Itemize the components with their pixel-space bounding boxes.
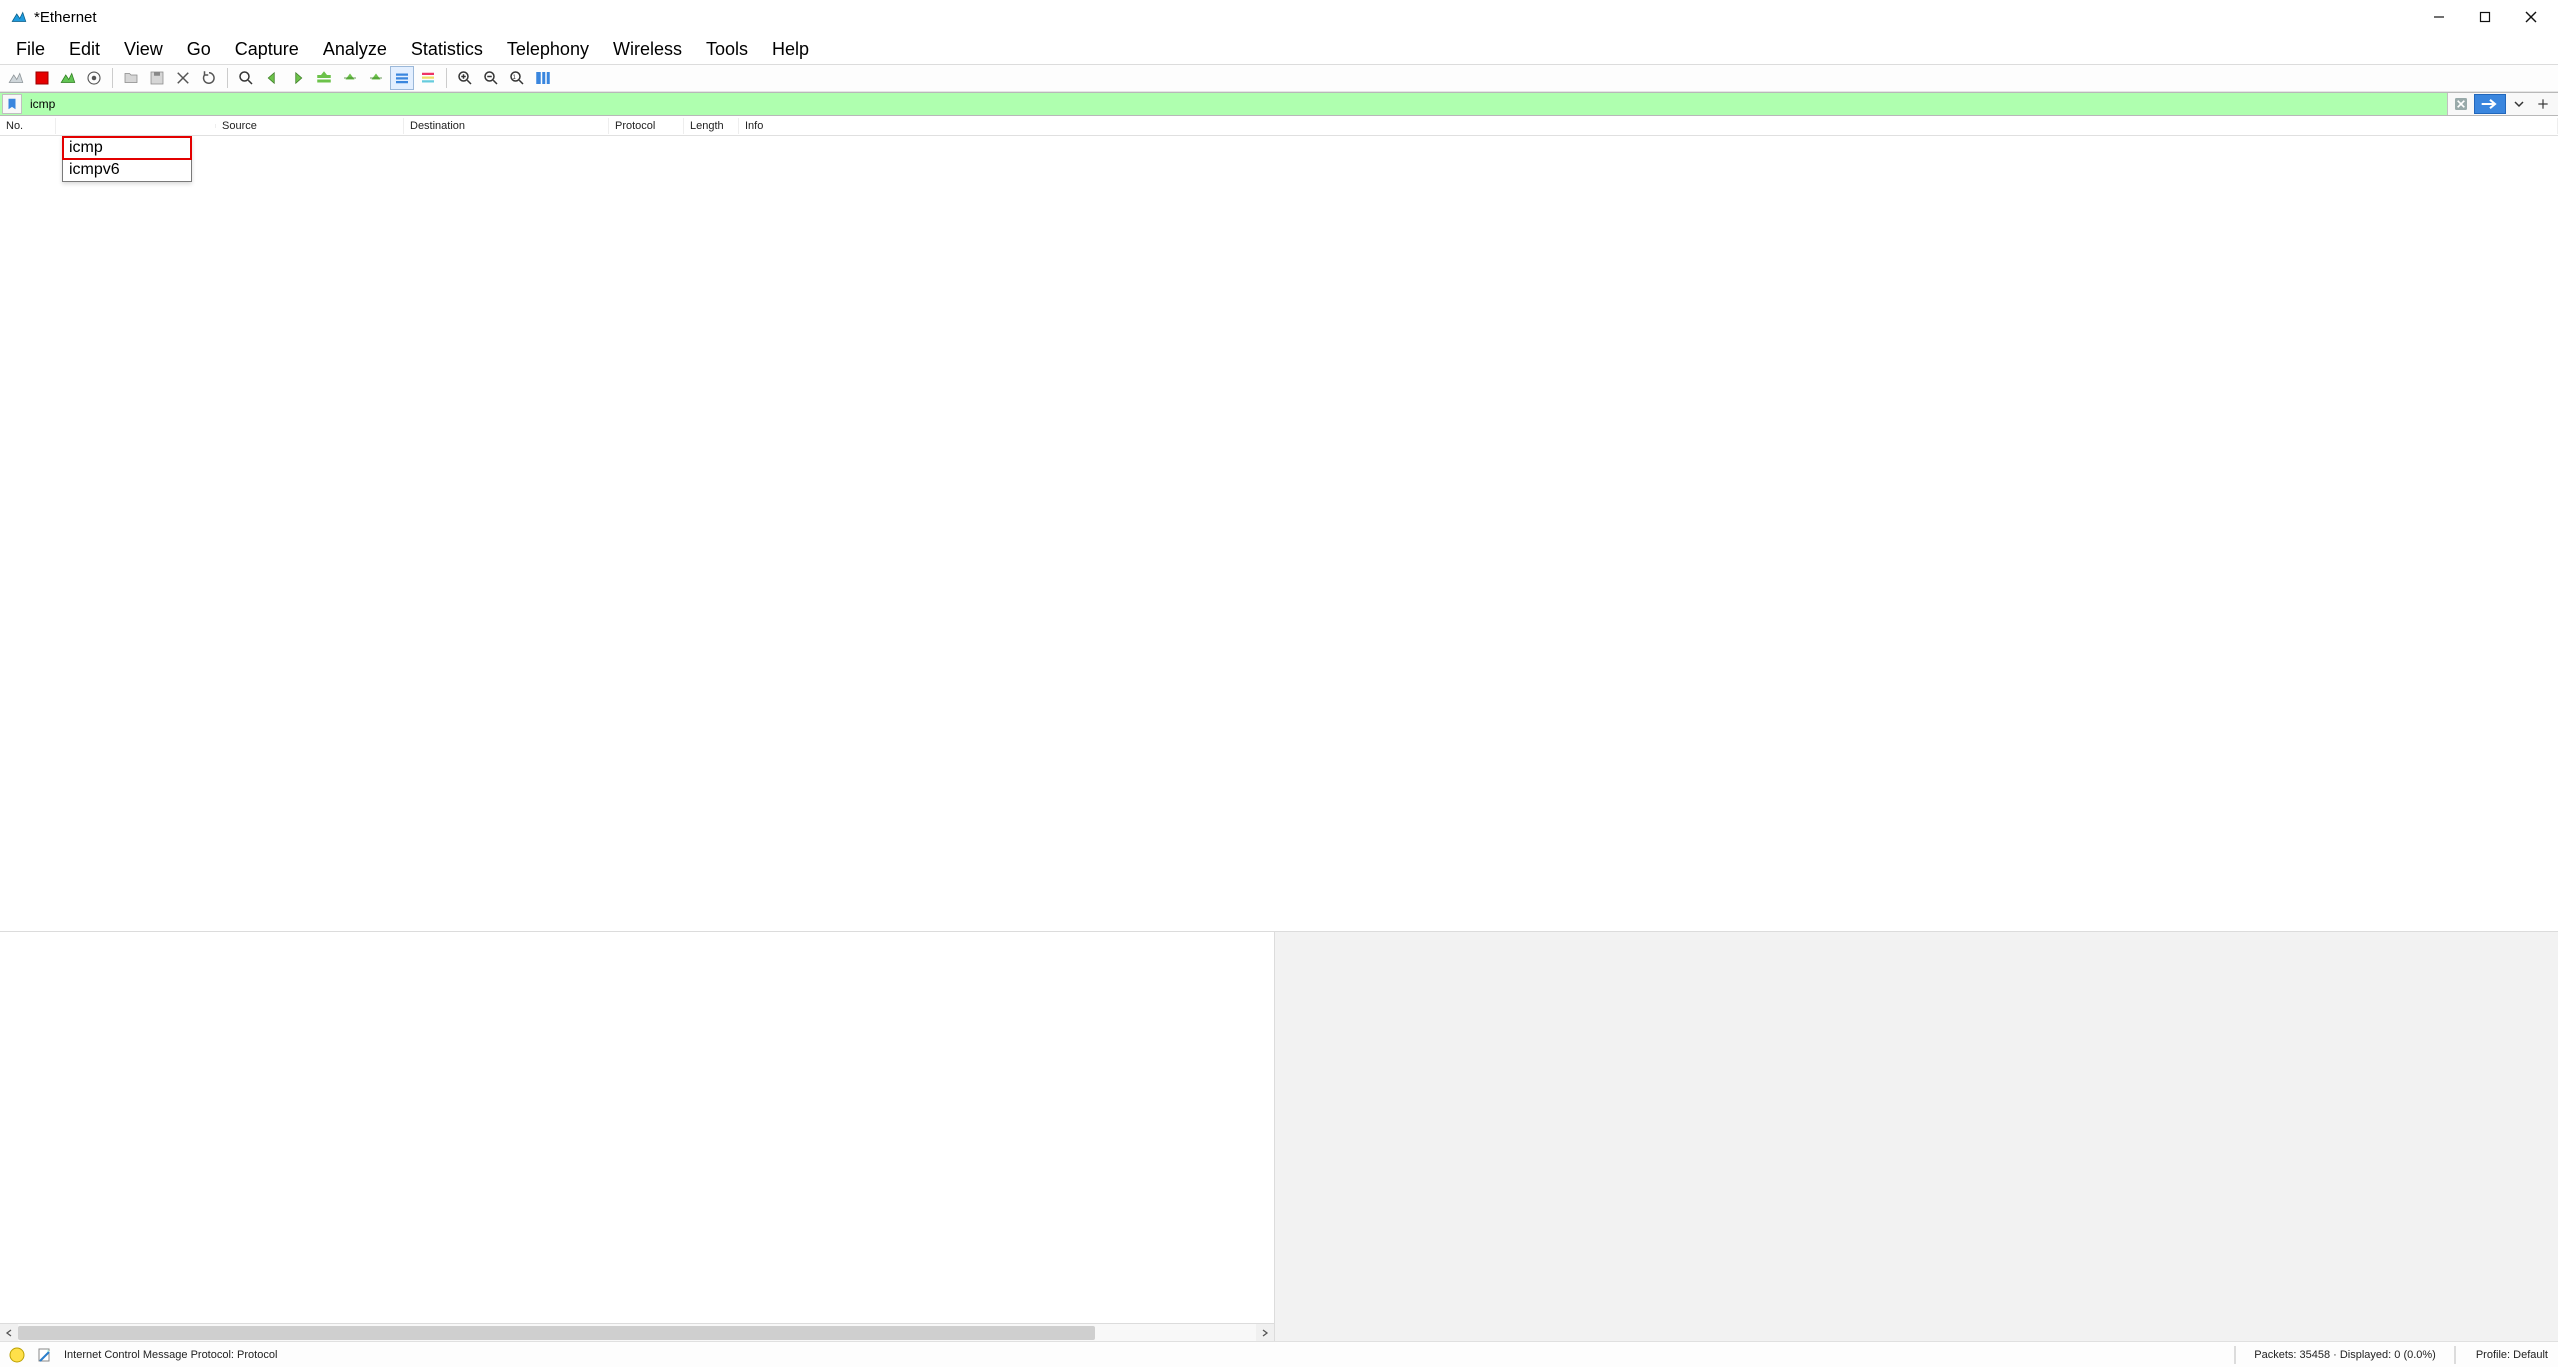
titlebar: *Ethernet [0,0,2558,34]
minimize-button[interactable] [2416,2,2462,32]
column-time[interactable] [56,124,216,128]
menu-file[interactable]: File [4,35,57,64]
go-back-icon[interactable] [260,66,284,90]
filter-actions [2447,93,2558,115]
colorize-icon[interactable] [416,66,440,90]
toolbar: 1 [0,64,2558,92]
clear-filter-icon[interactable] [2450,94,2472,114]
expert-info-icon[interactable] [8,1346,26,1364]
column-info[interactable]: Info [739,118,2558,134]
close-button[interactable] [2508,2,2554,32]
column-length[interactable]: Length [684,118,739,134]
capture-options-icon[interactable] [82,66,106,90]
menu-analyze[interactable]: Analyze [311,35,399,64]
display-filter-bar [0,92,2558,116]
restart-capture-icon[interactable] [56,66,80,90]
go-to-packet-icon[interactable] [312,66,336,90]
menu-go[interactable]: Go [175,35,223,64]
menu-wireless[interactable]: Wireless [601,35,694,64]
close-file-icon[interactable] [171,66,195,90]
packet-list-pane[interactable]: icmp icmpv6 [0,136,2558,931]
reload-icon[interactable] [197,66,221,90]
column-protocol[interactable]: Protocol [609,118,684,134]
scroll-left-icon[interactable] [0,1324,18,1341]
auto-scroll-icon[interactable] [390,66,414,90]
menu-edit[interactable]: Edit [57,35,112,64]
status-packets: Packets: 35458 · Displayed: 0 (0.0%) [2246,1349,2444,1361]
add-filter-button-icon[interactable] [2532,94,2554,114]
open-file-icon[interactable] [119,66,143,90]
statusbar-separator [2234,1346,2236,1364]
display-filter-input[interactable] [26,93,2447,115]
go-forward-icon[interactable] [286,66,310,90]
go-last-icon[interactable] [364,66,388,90]
wireshark-app-icon [10,8,28,26]
resize-columns-icon[interactable] [531,66,555,90]
zoom-in-icon[interactable] [453,66,477,90]
menu-capture[interactable]: Capture [223,35,311,64]
packet-details-pane[interactable] [0,932,1275,1341]
autocomplete-item-icmpv6[interactable]: icmpv6 [63,159,191,181]
column-source[interactable]: Source [216,118,404,134]
details-horizontal-scrollbar[interactable] [0,1323,1274,1341]
toolbar-separator [446,68,447,88]
status-profile[interactable]: Profile: Default [2466,1349,2558,1361]
capture-file-properties-icon[interactable] [36,1346,54,1364]
statusbar-separator [2454,1346,2456,1364]
scroll-right-icon[interactable] [1256,1324,1274,1341]
statusbar: Internet Control Message Protocol: Proto… [0,1341,2558,1367]
menubar: File Edit View Go Capture Analyze Statis… [0,34,2558,64]
menu-view[interactable]: View [112,35,175,64]
save-file-icon[interactable] [145,66,169,90]
svg-text:1: 1 [513,75,517,81]
zoom-reset-icon[interactable]: 1 [505,66,529,90]
menu-help[interactable]: Help [760,35,821,64]
menu-telephony[interactable]: Telephony [495,35,601,64]
filter-history-dropdown-icon[interactable] [2508,94,2530,114]
packet-bytes-pane[interactable] [1275,932,2558,1341]
filter-bookmark-icon[interactable] [2,94,22,114]
window-title: *Ethernet [34,9,97,26]
column-no[interactable]: No. [0,118,56,134]
go-first-icon[interactable] [338,66,362,90]
bottom-panes [0,931,2558,1341]
toolbar-separator [227,68,228,88]
apply-filter-icon[interactable] [2474,94,2506,114]
scrollbar-thumb[interactable] [18,1326,1095,1340]
stop-capture-icon[interactable] [30,66,54,90]
autocomplete-item-icmp[interactable]: icmp [63,137,191,159]
packet-list-header: No. Source Destination Protocol Length I… [0,116,2558,136]
toolbar-separator [112,68,113,88]
window-controls [2416,2,2554,32]
status-protocol-description: Internet Control Message Protocol: Proto… [64,1349,277,1361]
filter-autocomplete-popup: icmp icmpv6 [62,136,192,182]
start-capture-icon[interactable] [4,66,28,90]
column-destination[interactable]: Destination [404,118,609,134]
maximize-button[interactable] [2462,2,2508,32]
menu-statistics[interactable]: Statistics [399,35,495,64]
zoom-out-icon[interactable] [479,66,503,90]
menu-tools[interactable]: Tools [694,35,760,64]
scrollbar-track[interactable] [18,1324,1256,1341]
find-packet-icon[interactable] [234,66,258,90]
